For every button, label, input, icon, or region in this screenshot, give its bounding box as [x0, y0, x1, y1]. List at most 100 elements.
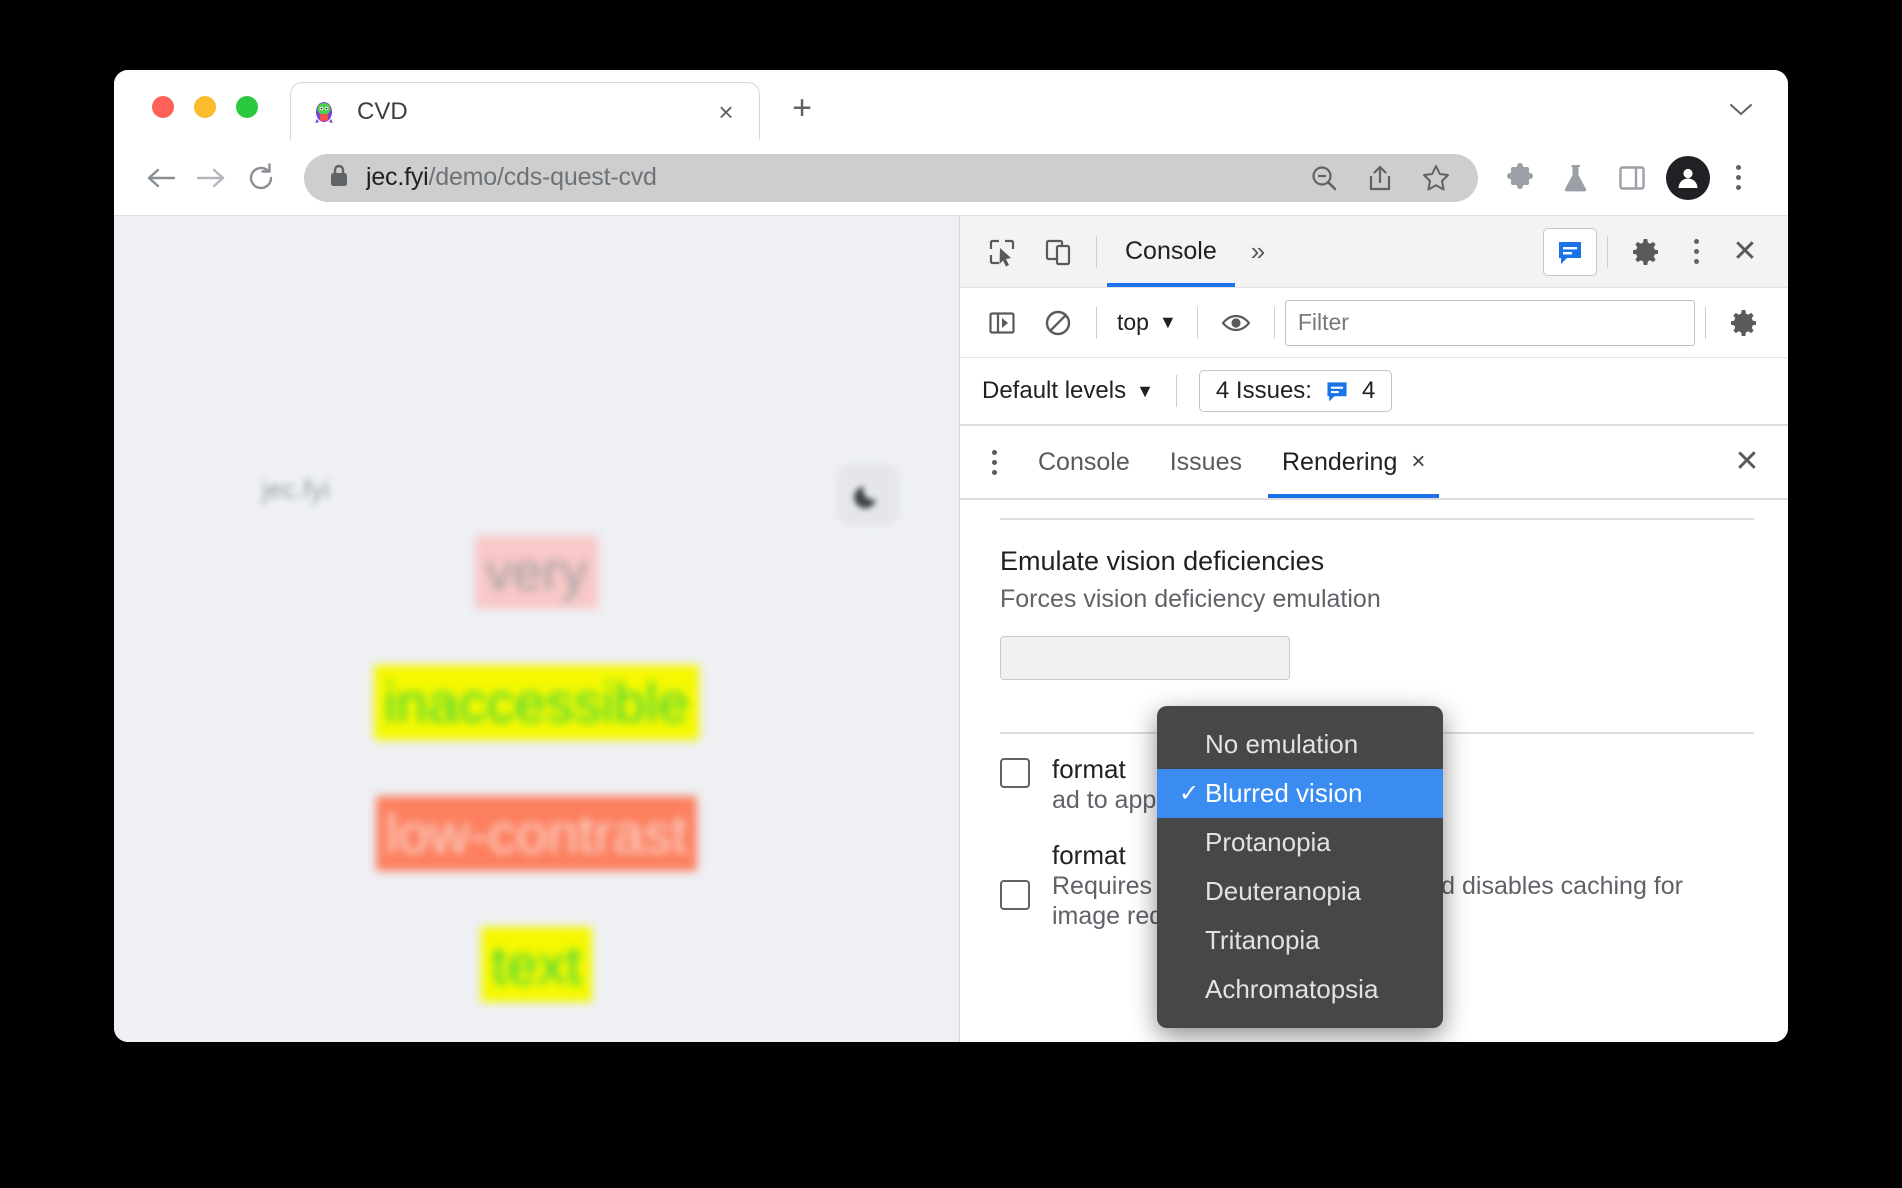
image-format-checkbox-2[interactable]	[1000, 879, 1030, 910]
dot	[1693, 249, 1699, 254]
demo-word-very: very	[475, 536, 598, 609]
menu-item-no-emulation[interactable]: ✓ No emulation	[1157, 720, 1443, 769]
console-filter-input[interactable]	[1284, 299, 1695, 346]
menu-item-achromatopsia[interactable]: ✓ Achromatopsia	[1157, 965, 1443, 1014]
browser-menu-kebab-icon[interactable]	[1716, 154, 1760, 202]
issues-label: 4 Issues:	[1215, 377, 1312, 404]
extensions-puzzle-icon[interactable]	[1492, 150, 1548, 206]
drawer-tab-label: Issues	[1169, 447, 1242, 476]
address-bar-url: jec.fyi/demo/cds-quest-cvd	[366, 163, 1298, 192]
menu-item-label: No emulation	[1205, 729, 1359, 759]
menu-item-tritanopia[interactable]: ✓ Tritanopia	[1157, 916, 1443, 965]
demo-word-low-contrast: low-contrast	[375, 795, 698, 872]
bookmark-star-icon[interactable]	[1410, 154, 1462, 202]
reload-button[interactable]	[236, 153, 286, 203]
dot	[1693, 259, 1699, 264]
console-settings-gear-icon[interactable]	[1716, 297, 1772, 349]
devtools-close-icon[interactable]: ✕	[1718, 236, 1772, 267]
window-traffic-lights	[114, 96, 258, 140]
check-icon: ✓	[1179, 780, 1200, 807]
default-levels-dropdown[interactable]: Default levels ▼	[982, 377, 1154, 405]
filterbar-divider-3	[1273, 306, 1275, 339]
window-close-button[interactable]	[152, 96, 174, 118]
dot	[1735, 185, 1741, 190]
console-filter-bar: top ▼	[960, 288, 1788, 358]
inspect-cursor-icon[interactable]	[974, 226, 1030, 278]
profile-avatar[interactable]	[1666, 155, 1710, 200]
dot	[991, 459, 997, 465]
labs-flask-icon[interactable]	[1548, 150, 1604, 206]
live-expression-eye-icon[interactable]	[1208, 297, 1264, 349]
drawer-menu-kebab-icon[interactable]	[970, 436, 1018, 488]
console-sidebar-icon[interactable]	[974, 297, 1030, 349]
filterbar-divider	[1096, 306, 1097, 339]
zoom-out-icon[interactable]	[1298, 154, 1350, 202]
devtools-toolbar: Console » ✕	[960, 216, 1788, 288]
console-context-selector[interactable]: top ▼	[1107, 309, 1187, 336]
page-viewport: jec.fyi very inaccessible low-contrast t…	[114, 216, 960, 1042]
console-message-icon[interactable]	[1543, 227, 1597, 276]
more-tabs-icon[interactable]: »	[1235, 236, 1281, 267]
menu-item-label: Deuteranopia	[1205, 876, 1362, 906]
omnibox-actions	[1298, 154, 1462, 202]
toolbar-divider	[1096, 235, 1097, 268]
vision-deficiency-dropdown-menu[interactable]: ✓ No emulation ✓ Blurred vision ✓ Protan…	[1157, 706, 1443, 1028]
moon-icon	[854, 486, 876, 509]
forward-button[interactable]	[186, 153, 236, 203]
drawer-tab-label: Console	[1038, 447, 1130, 476]
tab-close-icon[interactable]: ×	[711, 99, 741, 125]
levelsbar-divider	[1175, 375, 1177, 407]
vision-deficiency-select[interactable]	[1000, 636, 1290, 680]
browser-toolbar: jec.fyi/demo/cds-quest-cvd	[114, 140, 1788, 216]
browser-window: CVD × + jec.fyi/demo/cds-quest-cvd jec.f…	[114, 70, 1788, 1042]
menu-item-label: Achromatopsia	[1205, 974, 1379, 1004]
window-body: jec.fyi very inaccessible low-contrast t…	[114, 216, 1788, 1042]
drawer-tab-bar: Console Issues Rendering × ✕	[960, 426, 1788, 500]
drawer-tab-label: Rendering	[1282, 447, 1398, 476]
issues-count: 4	[1361, 377, 1376, 404]
dot	[1735, 175, 1741, 180]
clear-console-icon[interactable]	[1030, 297, 1086, 349]
window-minimize-button[interactable]	[194, 96, 216, 118]
console-context-value: top	[1117, 309, 1149, 335]
menu-item-label: Protanopia	[1205, 827, 1331, 857]
new-tab-button[interactable]: +	[782, 89, 822, 128]
side-panel-icon[interactable]	[1604, 150, 1660, 206]
dot	[991, 449, 997, 455]
devtools-tab-console[interactable]: Console	[1107, 217, 1235, 287]
menu-item-deuteranopia[interactable]: ✓ Deuteranopia	[1157, 867, 1443, 916]
drawer-close-icon[interactable]: ✕	[1720, 447, 1774, 477]
chevron-down-icon[interactable]	[1728, 101, 1754, 124]
chevron-down-icon: ▼	[1136, 380, 1154, 401]
drawer-tab-close-icon[interactable]: ×	[1411, 450, 1425, 474]
url-path: /demo/cds-quest-cvd	[428, 163, 657, 191]
share-icon[interactable]	[1354, 154, 1406, 202]
chevron-down-icon: ▼	[1158, 312, 1177, 332]
dot	[1735, 165, 1741, 170]
drawer-tab-rendering[interactable]: Rendering ×	[1262, 426, 1445, 498]
image-format-checkbox-1[interactable]	[1000, 758, 1030, 788]
section-description: Forces vision deficiency emulation	[1000, 585, 1381, 613]
dark-mode-toggle[interactable]	[837, 464, 899, 526]
section-title: Emulate vision deficiencies	[1000, 546, 1325, 576]
drawer-tab-console[interactable]: Console	[1018, 426, 1150, 498]
demo-word-inaccessible: inaccessible	[373, 664, 700, 740]
address-bar[interactable]: jec.fyi/demo/cds-quest-cvd	[304, 153, 1478, 202]
issues-chip[interactable]: 4 Issues: 4	[1198, 370, 1393, 412]
default-levels-label: Default levels	[982, 377, 1127, 404]
demo-word-text: text	[481, 927, 592, 1003]
site-logo[interactable]: jec.fyi	[262, 474, 330, 505]
console-levels-bar: Default levels ▼ 4 Issues: 4	[960, 358, 1788, 426]
menu-item-protanopia[interactable]: ✓ Protanopia	[1157, 818, 1443, 867]
menu-item-blurred-vision[interactable]: ✓ Blurred vision	[1157, 769, 1443, 818]
browser-tab[interactable]: CVD ×	[290, 82, 760, 140]
menu-item-label: Blurred vision	[1205, 778, 1363, 808]
back-button[interactable]	[136, 153, 186, 203]
tab-title: CVD	[357, 97, 408, 125]
emulate-vision-deficiencies-section: Emulate vision deficiencies Forces visio…	[960, 520, 1788, 680]
window-maximize-button[interactable]	[236, 96, 258, 118]
device-toolbar-icon[interactable]	[1030, 226, 1086, 278]
devtools-menu-kebab-icon[interactable]	[1674, 228, 1718, 276]
drawer-tab-issues[interactable]: Issues	[1150, 426, 1262, 498]
gear-icon[interactable]	[1618, 226, 1674, 278]
